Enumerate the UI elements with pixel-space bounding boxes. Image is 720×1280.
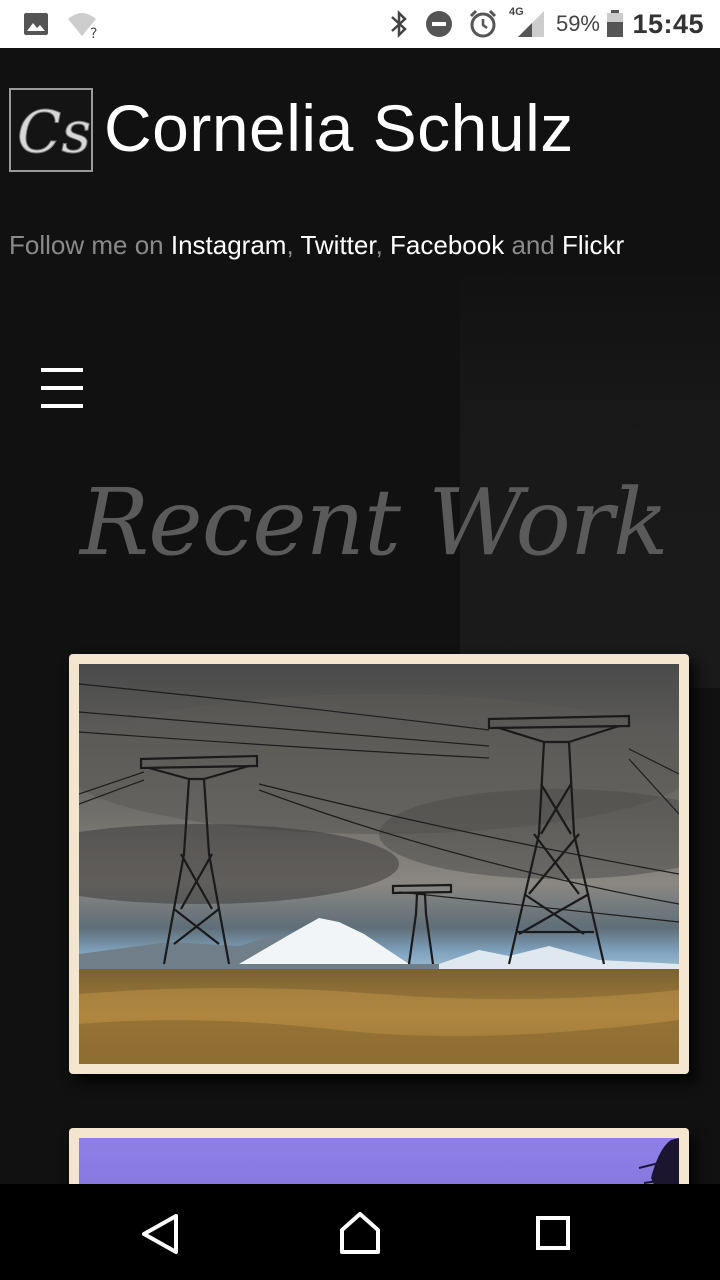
recent-work-title: Recent Work: [80, 469, 669, 576]
battery-percent: 59%: [555, 11, 600, 36]
gallery-item[interactable]: [69, 654, 689, 1074]
svg-text:?: ?: [90, 26, 97, 39]
home-icon[interactable]: [330, 1202, 390, 1262]
gallery-photo[interactable]: [79, 1138, 679, 1184]
alarm-icon: [467, 0, 499, 48]
gallery-item[interactable]: [69, 1128, 689, 1184]
do-not-disturb-icon: [424, 0, 454, 48]
facebook-link[interactable]: Facebook: [390, 230, 504, 260]
instagram-link[interactable]: Instagram: [171, 230, 287, 260]
image-notification-icon: [22, 0, 50, 48]
follow-line: Follow me on Instagram, Twitter, Faceboo…: [9, 230, 624, 261]
wifi-question-icon: ?: [66, 0, 102, 48]
site-logo[interactable]: Cs: [9, 88, 93, 172]
clock: 15:45: [632, 8, 704, 39]
bluetooth-icon: [388, 0, 410, 48]
gallery-photo[interactable]: [79, 664, 679, 1064]
hamburger-menu-icon[interactable]: [38, 364, 86, 412]
status-bar: ? 4G 59% 15:45: [0, 0, 720, 48]
site-title[interactable]: Cornelia Schulz: [104, 88, 574, 168]
system-nav-bar: [0, 1184, 720, 1280]
conjunction: and: [504, 230, 563, 260]
flickr-link[interactable]: Flickr: [562, 230, 624, 260]
web-page: Cs Cornelia Schulz Follow me on Instagra…: [0, 48, 720, 1184]
separator: ,: [286, 230, 301, 260]
back-icon[interactable]: [130, 1202, 190, 1262]
follow-prefix: Follow me on: [9, 230, 171, 260]
recents-icon[interactable]: [522, 1202, 582, 1262]
twitter-link[interactable]: Twitter: [300, 230, 375, 260]
separator: ,: [375, 230, 391, 260]
logo-text: Cs: [17, 98, 91, 166]
section-heading: Recent Work: [80, 468, 669, 578]
battery-icon: [606, 0, 624, 48]
signal-icon: [516, 0, 548, 48]
